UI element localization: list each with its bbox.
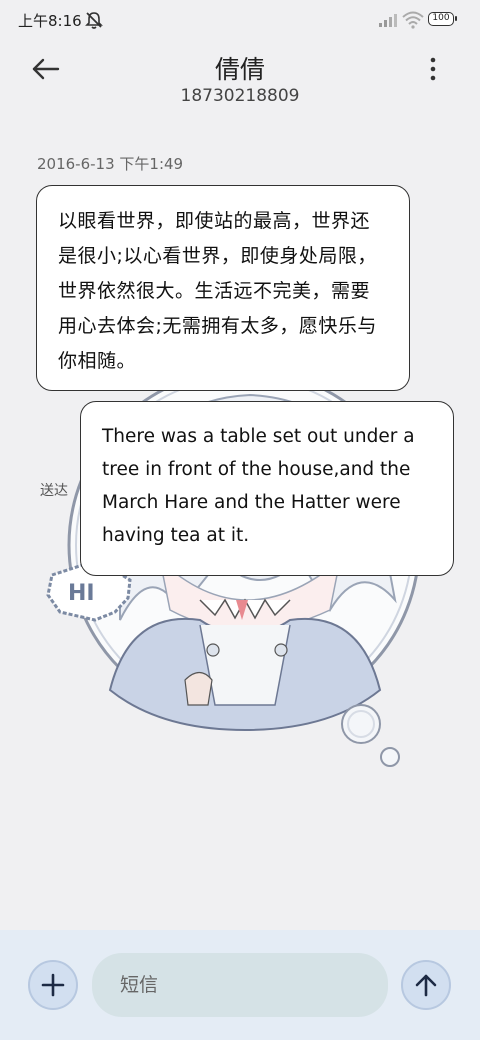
wifi-icon bbox=[402, 11, 424, 29]
message-bubble[interactable]: 以眼看世界，即使站的最高，世界还是很小;以心看世界，即使身处局限，世界依然很大。… bbox=[36, 185, 410, 391]
add-attachment-button[interactable] bbox=[28, 960, 78, 1010]
message-text: There was a table set out under a tree i… bbox=[102, 426, 415, 546]
send-arrow-icon bbox=[415, 974, 437, 997]
message-bubble[interactable]: There was a table set out under a tree i… bbox=[80, 401, 454, 576]
delivery-status: 送达 bbox=[40, 483, 68, 499]
send-button[interactable] bbox=[401, 960, 451, 1010]
contact-name: 倩倩 bbox=[214, 55, 265, 84]
message-input[interactable] bbox=[92, 953, 388, 1017]
signal-icon bbox=[379, 14, 397, 27]
message-timestamp: 2016-6-13 下午1:49 bbox=[37, 155, 184, 173]
plus-icon bbox=[41, 973, 65, 997]
mute-icon bbox=[85, 12, 103, 29]
message-text: 以眼看世界，即使站的最高，世界还是很小;以心看世界，即使身处局限，世界依然很大。… bbox=[58, 210, 377, 372]
status-bar: 上午8:16 100 bbox=[0, 0, 480, 40]
battery-icon: 100 bbox=[428, 12, 457, 26]
status-time: 上午8:16 bbox=[18, 12, 82, 30]
contact-phone-number: 18730218809 bbox=[180, 86, 300, 106]
more-vertical-icon[interactable] bbox=[420, 56, 446, 82]
svg-text:HI: HI bbox=[68, 581, 95, 606]
